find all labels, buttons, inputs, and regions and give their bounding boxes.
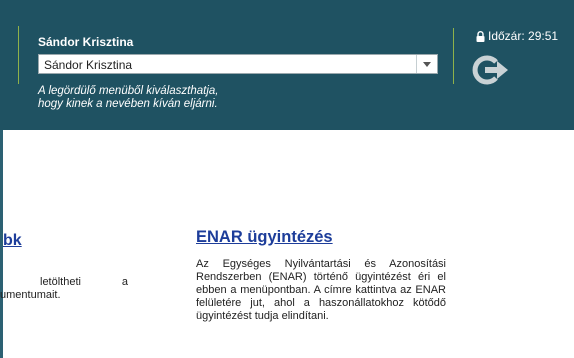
help-text: A legördülő menüből kiválaszthatja, hogy… [38, 85, 219, 111]
select-value: Sándor Krisztina [44, 58, 133, 72]
card-description: letöltheti a umentumait. [0, 276, 140, 302]
timer-text: Időzár: 29:51 [488, 29, 559, 43]
divider [453, 28, 454, 84]
help-line-1: A legördülő menüből kiválaszthatja, [38, 85, 219, 97]
session-timer: Időzár: 29:51 [476, 29, 558, 43]
enar-title-link[interactable]: ENAR ügyintézés [196, 228, 333, 247]
card-text: umentumait. [0, 289, 61, 301]
help-line-2: hogy kinek a nevében kíván eljárni. [38, 98, 218, 110]
card-text: letöltheti [40, 276, 81, 288]
select-arrow[interactable] [416, 55, 437, 73]
card-title-link[interactable]: bk [3, 232, 22, 250]
card-text: a [121, 276, 128, 288]
chevron-down-icon [423, 62, 431, 67]
header-bar: Sándor Krisztina Sándor Krisztina A legö… [0, 0, 574, 130]
divider [18, 26, 19, 84]
logout-icon[interactable] [470, 52, 510, 88]
enar-description: Az Egységes Nyilvántartási és Azonosítás… [196, 258, 446, 322]
lock-icon [476, 30, 485, 42]
representative-select[interactable]: Sándor Krisztina [38, 54, 438, 74]
user-title: Sándor Krisztina [38, 35, 134, 49]
